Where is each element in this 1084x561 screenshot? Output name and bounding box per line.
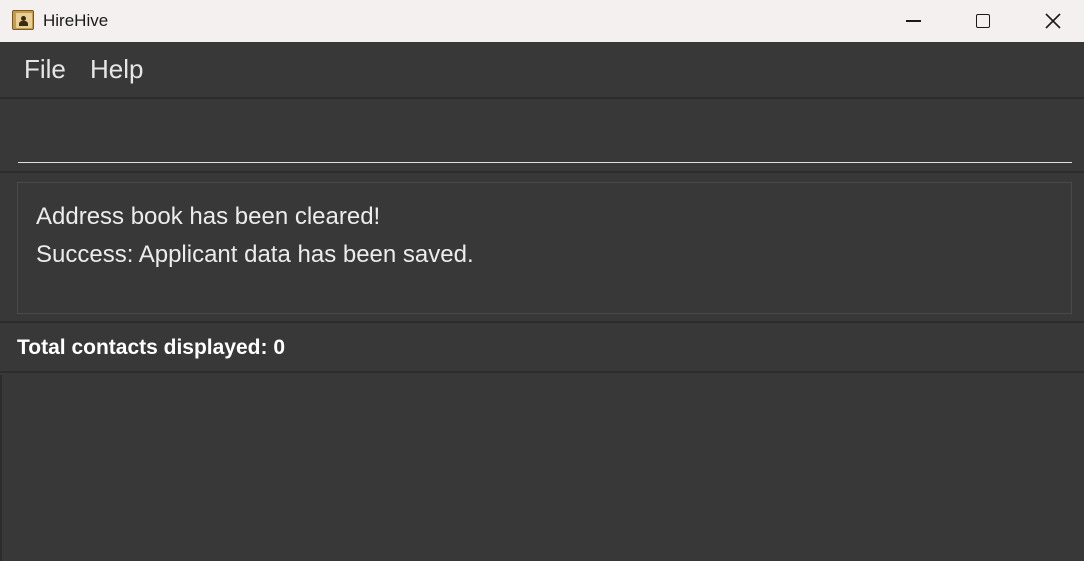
app-window: HireHive File Help Address book has been… — [0, 0, 1084, 561]
result-line: Success: Applicant data has been saved. — [36, 241, 474, 268]
menu-help[interactable]: Help — [90, 54, 143, 85]
address-book-icon — [12, 10, 34, 30]
result-display[interactable]: Address book has been cleared! Success: … — [17, 182, 1072, 314]
minimize-button[interactable] — [878, 0, 948, 42]
command-input[interactable] — [18, 119, 1072, 163]
result-display-area: Address book has been cleared! Success: … — [0, 173, 1084, 323]
minimize-icon — [905, 20, 921, 22]
result-line: Address book has been cleared! — [36, 203, 381, 230]
maximize-button[interactable] — [948, 0, 1018, 42]
contacts-count-label: Total contacts displayed: 0 — [17, 336, 286, 359]
status-bar: Total contacts displayed: 0 — [0, 325, 1084, 373]
menu-file[interactable]: File — [24, 54, 66, 85]
contact-list-panel[interactable] — [0, 375, 1084, 561]
close-icon — [1045, 13, 1061, 29]
command-box — [0, 97, 1084, 173]
title-bar[interactable]: HireHive — [0, 0, 1084, 42]
close-button[interactable] — [1018, 0, 1084, 42]
maximize-icon — [976, 14, 990, 28]
menu-bar: File Help — [0, 42, 1084, 97]
window-title: HireHive — [43, 11, 109, 30]
